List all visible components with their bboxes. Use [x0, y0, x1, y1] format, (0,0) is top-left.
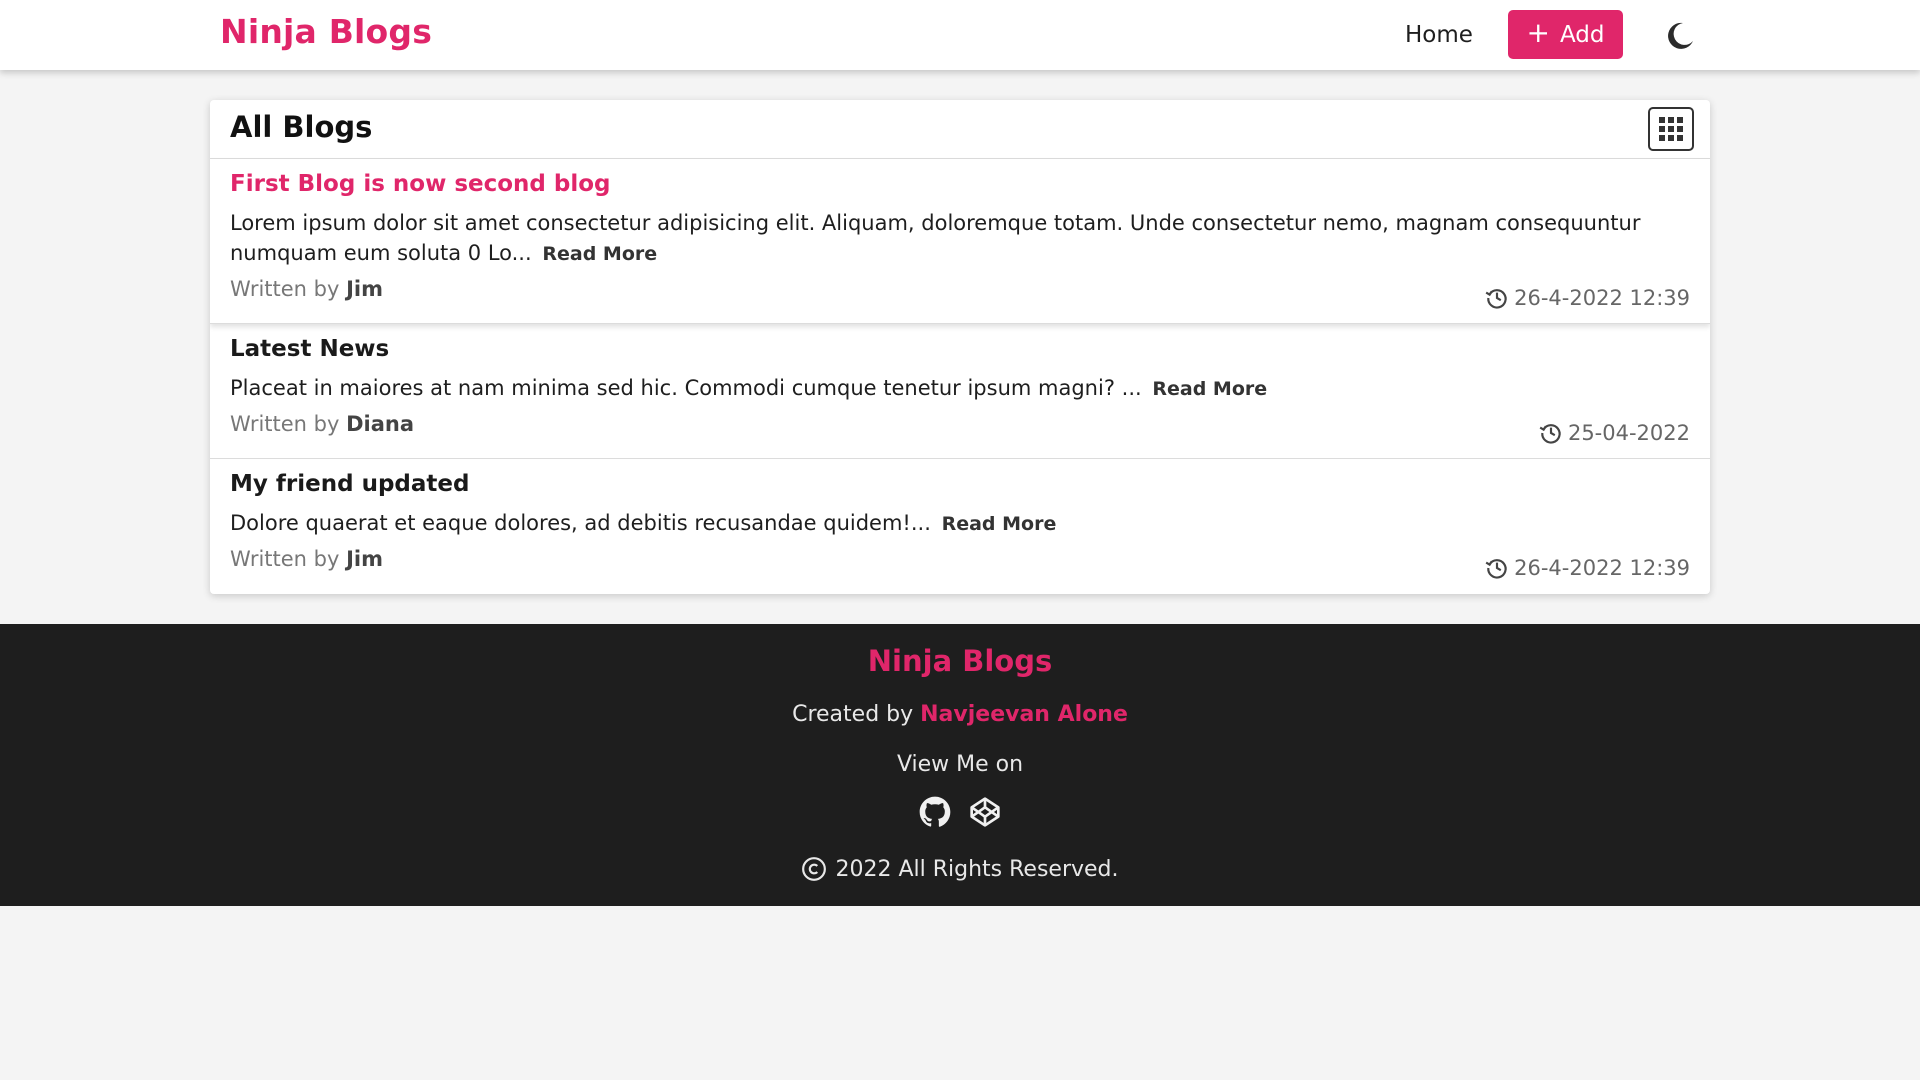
blog-date-text: 26-4-2022 12:39 [1514, 286, 1690, 310]
blog-list-item[interactable]: First Blog is now second blog Lorem ipsu… [210, 159, 1710, 324]
footer-credit: Created by Navjeevan Alone [0, 702, 1920, 727]
read-more-link[interactable]: Read More [1152, 378, 1267, 400]
grid-view-button[interactable] [1648, 107, 1694, 151]
blog-author: Jim [346, 547, 384, 571]
footer: Ninja Blogs Created by Navjeevan Alone V… [0, 624, 1920, 906]
page-title: All Blogs [230, 110, 373, 144]
plus-icon: + [1526, 16, 1550, 49]
read-more-link[interactable]: Read More [942, 513, 1057, 535]
copyright-icon [802, 857, 827, 881]
blog-excerpt: Dolore quaerat et eaque dolores, ad debi… [230, 508, 1690, 539]
blog-title[interactable]: My friend updated [230, 469, 469, 499]
blog-date: 25-04-2022 [1538, 420, 1690, 446]
blog-author: Diana [346, 412, 415, 436]
footer-author-link[interactable]: Navjeevan Alone [920, 702, 1128, 727]
view-me-on-label: View Me on [896, 752, 1024, 777]
history-icon [1539, 424, 1561, 444]
read-more-link[interactable]: Read More [542, 243, 657, 265]
blog-byline: Written by Jim [230, 274, 1690, 304]
brand-logo[interactable]: Ninja Blogs [220, 12, 432, 51]
blog-title[interactable]: Latest News [230, 334, 389, 364]
blog-title[interactable]: First Blog is now second blog [230, 169, 611, 199]
blog-byline: Written by Diana [230, 409, 1690, 439]
blog-author: Jim [346, 277, 384, 301]
written-by-label: Written by [230, 277, 340, 301]
navbar: Ninja Blogs Home + Add [0, 0, 1920, 70]
nav-home-link[interactable]: Home [1405, 22, 1473, 48]
written-by-label: Written by [230, 412, 340, 436]
moon-icon[interactable] [1664, 20, 1696, 52]
blog-excerpt-text: Lorem ipsum dolor sit amet consectetur a… [230, 211, 1641, 265]
grid-icon [1659, 117, 1683, 141]
footer-brand: Ninja Blogs [867, 644, 1053, 678]
add-blog-button[interactable]: + Add [1508, 10, 1623, 59]
blog-excerpt-text: Placeat in maiores at nam minima sed hic… [230, 376, 1142, 400]
add-button-label: Add [1559, 21, 1605, 48]
written-by-label: Written by [230, 547, 340, 571]
github-icon[interactable] [919, 796, 951, 828]
blog-list-item[interactable]: My friend updated Dolore quaerat et eaqu… [210, 459, 1710, 594]
history-icon [1485, 289, 1507, 309]
blog-excerpt: Lorem ipsum dolor sit amet consectetur a… [230, 208, 1690, 269]
blog-date: 26-4-2022 12:39 [1484, 285, 1690, 311]
codepen-icon[interactable] [969, 796, 1001, 828]
copyright-text: 2022 All Rights Reserved. [835, 856, 1119, 882]
blog-list-item[interactable]: Latest News Placeat in maiores at nam mi… [210, 324, 1710, 459]
created-by-label: Created by [792, 702, 914, 727]
all-blogs-card: All Blogs First Blog is now second blog … [210, 100, 1710, 594]
blog-excerpt: Placeat in maiores at nam minima sed hic… [230, 373, 1690, 404]
blog-date-text: 26-4-2022 12:39 [1514, 556, 1690, 580]
card-header: All Blogs [210, 100, 1710, 159]
copyright: 2022 All Rights Reserved. [0, 856, 1920, 882]
blog-excerpt-text: Dolore quaerat et eaque dolores, ad debi… [230, 511, 931, 535]
history-icon [1485, 559, 1507, 579]
blog-date-text: 25-04-2022 [1567, 421, 1690, 445]
blog-date: 26-4-2022 12:39 [1484, 555, 1690, 581]
social-links [0, 796, 1920, 828]
blog-byline: Written by Jim [230, 544, 1690, 574]
